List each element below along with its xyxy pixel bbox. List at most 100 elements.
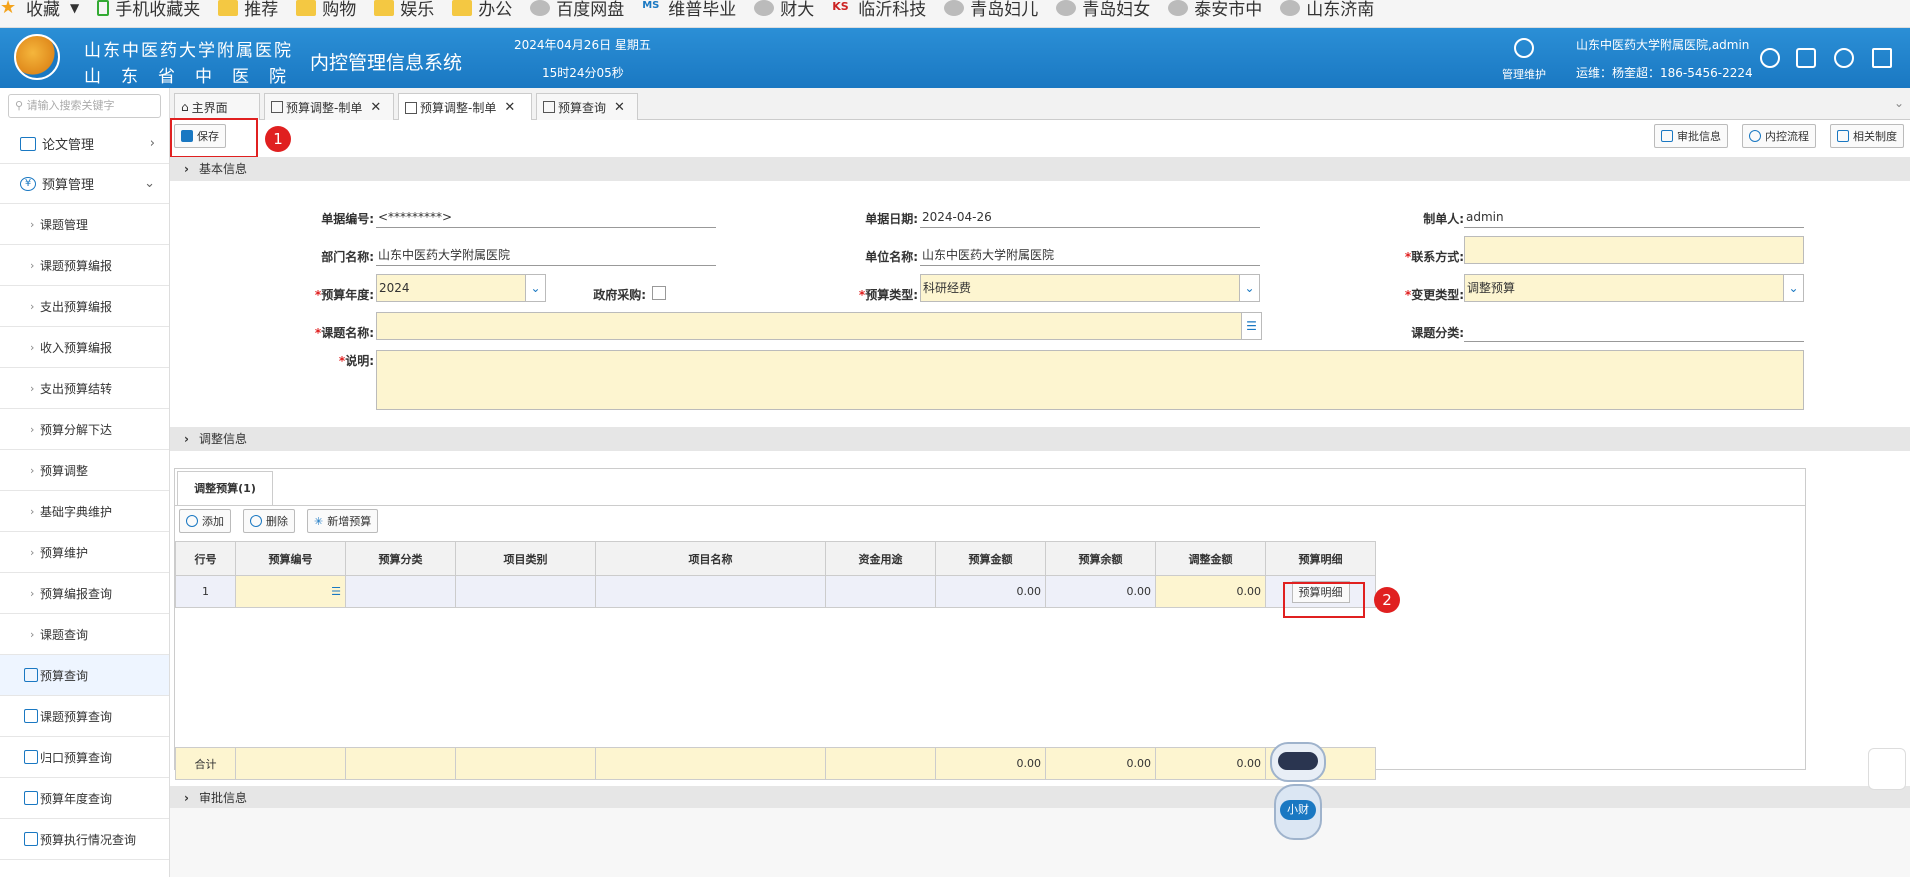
table-row[interactable]: 1 ☰ 0.00 0.00 0.00 预算明细 (175, 575, 1376, 608)
sidebar-item[interactable]: 课题预算查询 (0, 696, 169, 737)
section-adjust-info[interactable]: › 调整信息 (170, 427, 1910, 451)
contact-field[interactable] (1464, 236, 1804, 264)
budget-code-cell[interactable]: ☰ (235, 575, 346, 608)
bookmark-favorites[interactable]: ★ 收藏 ▼ (0, 0, 79, 20)
year-select[interactable]: 2024 ⌄ (376, 274, 546, 302)
sidebar-item[interactable]: › 预算调整 (0, 450, 169, 491)
budget-class-cell[interactable] (345, 575, 456, 608)
sidebar-item[interactable]: › 预算维护 (0, 532, 169, 573)
change-type-select[interactable]: 调整预算 ⌄ (1464, 274, 1804, 302)
rules-icon (1837, 130, 1849, 142)
approval-info-button[interactable]: 审批信息 (1654, 124, 1728, 148)
globe-icon (1168, 0, 1189, 16)
section-basic-info[interactable]: › 基本信息 (170, 157, 1910, 181)
sidebar-item-budget[interactable]: ¥ 预算管理 ⌄ (0, 164, 169, 204)
logout-icon[interactable] (1872, 48, 1892, 68)
bookmark-item[interactable]: 山东济南 (1280, 0, 1374, 20)
management-link[interactable]: 管理维护 (1502, 66, 1546, 82)
sidebar-item-thesis[interactable]: 论文管理 › (0, 124, 169, 164)
adjust-amount-cell[interactable]: 0.00 (1155, 575, 1266, 608)
sidebar-item[interactable]: › 预算分解下达 (0, 409, 169, 450)
bookmark-item[interactable]: 推荐 (218, 0, 278, 20)
close-icon[interactable]: ✕ (504, 100, 515, 115)
close-icon[interactable]: ✕ (370, 100, 381, 115)
chevron-down-icon: ⌄ (525, 275, 545, 301)
dept-value: 山东中医药大学附属医院 (376, 246, 716, 266)
cube-icon (24, 709, 38, 723)
delete-button[interactable]: 删除 (243, 509, 295, 533)
sidebar-search-input[interactable]: ⚲ 请输入搜索关键字 (8, 94, 161, 118)
budget-type-select[interactable]: 科研经费 ⌄ (920, 274, 1260, 302)
globe-icon (944, 0, 965, 16)
annotation-badge-2: 2 (1374, 587, 1400, 613)
org-name-line1: 山东中医药大学附属医院 (84, 41, 293, 61)
contact-label: *联系方式: (1404, 250, 1464, 264)
related-rules-button[interactable]: 相关制度 (1830, 124, 1904, 148)
gear-icon[interactable] (1834, 48, 1854, 68)
list-icon[interactable]: ☰ (1241, 313, 1261, 339)
bookmark-item[interactable]: 泰安市中 (1168, 0, 1262, 20)
sidebar-item[interactable]: › 收入预算编报 (0, 327, 169, 368)
sidebar-item[interactable]: › 课题预算编报 (0, 245, 169, 286)
chevron-right-icon: › (30, 463, 35, 477)
sidebar-item-budget-query[interactable]: 预算查询 (0, 655, 169, 696)
sidebar-item[interactable]: › 基础字典维护 (0, 491, 169, 532)
chevron-right-icon: › (30, 299, 35, 313)
bookmark-item[interactable]: 娱乐 (374, 0, 434, 20)
project-name-cell[interactable] (595, 575, 826, 608)
tab-adjust-1[interactable]: 预算调整-制单 ✕ (264, 93, 394, 120)
bookmark-item[interactable]: 购物 (296, 0, 356, 20)
desc-textarea[interactable] (376, 350, 1804, 410)
phone-icon (97, 0, 110, 16)
screen-icon (20, 136, 36, 151)
sidebar-item[interactable]: › 支出预算编报 (0, 286, 169, 327)
project-type-cell[interactable] (455, 575, 596, 608)
chevron-down-icon: ⌄ (1239, 275, 1259, 301)
chevron-right-icon: › (149, 136, 155, 151)
topic-field[interactable]: ☰ (376, 312, 1262, 340)
fund-use-cell[interactable] (825, 575, 936, 608)
bookmark-item[interactable]: 青岛妇儿 (944, 0, 1038, 20)
flow-icon (1749, 130, 1761, 142)
sidebar-item[interactable]: 预算执行情况查询 (0, 819, 169, 860)
robot-assistant-icon[interactable]: 小财 (1248, 730, 1348, 860)
section-approval-info[interactable]: › 审批信息 (170, 786, 1910, 810)
table-header-row: 行号 预算编号 预算分类 项目类别 项目名称 资金用途 预算金额 预算余额 调整… (175, 541, 1376, 576)
bookmark-item[interactable]: KS 临沂科技 (832, 0, 926, 20)
sidebar-item[interactable]: › 支出预算结转 (0, 368, 169, 409)
sidebar-item[interactable]: 预算年度查询 (0, 778, 169, 819)
list-icon[interactable]: ☰ (331, 585, 341, 598)
sidebar-item[interactable]: › 课题管理 (0, 204, 169, 245)
yen-icon: ¥ (20, 176, 36, 191)
gov-purchase-checkbox[interactable] (652, 286, 666, 300)
bookmark-item[interactable]: 办公 (452, 0, 512, 20)
new-budget-button[interactable]: ✳ 新增预算 (307, 509, 379, 533)
topic-label: *课题名称: (314, 326, 374, 340)
bookmark-item[interactable]: 财大 (754, 0, 814, 20)
control-flow-button[interactable]: 内控流程 (1742, 124, 1816, 148)
globe-icon (754, 0, 775, 16)
bookmark-item[interactable]: 百度网盘 (530, 0, 624, 20)
chevron-down-icon[interactable]: ⌄ (1894, 96, 1904, 110)
tab-adjust-budget[interactable]: 调整预算(1) (177, 471, 273, 505)
budget-table: 行号 预算编号 预算分类 项目类别 项目名称 资金用途 预算金额 预算余额 调整… (175, 541, 1376, 780)
side-float-icon[interactable] (1868, 748, 1906, 790)
column-header: 项目类别 (455, 541, 596, 576)
bookmark-item[interactable]: 手机收藏夹 (97, 0, 200, 20)
sidebar-item[interactable]: › 预算编报查询 (0, 573, 169, 614)
sidebar-item[interactable]: › 课题查询 (0, 614, 169, 655)
cube-icon (24, 668, 38, 682)
close-icon[interactable]: ✕ (614, 100, 625, 115)
column-header: 行号 (175, 541, 236, 576)
tab-budget-query[interactable]: 预算查询 ✕ (536, 93, 638, 120)
home-icon[interactable] (1796, 48, 1816, 68)
bookmark-item[interactable]: 青岛妇女 (1056, 0, 1150, 20)
unit-label: 单位名称: (865, 250, 918, 264)
tab-home[interactable]: ⌂ 主界面 (174, 93, 260, 120)
add-button[interactable]: 添加 (179, 509, 231, 533)
tab-adjust-2[interactable]: 预算调整-制单 ✕ (398, 93, 532, 121)
bookmark-item[interactable]: MS 维普毕业 (642, 0, 736, 20)
sidebar-item[interactable]: 归口预算查询 (0, 737, 169, 778)
user-icon[interactable] (1760, 48, 1780, 68)
settings-icon[interactable] (1514, 38, 1534, 58)
